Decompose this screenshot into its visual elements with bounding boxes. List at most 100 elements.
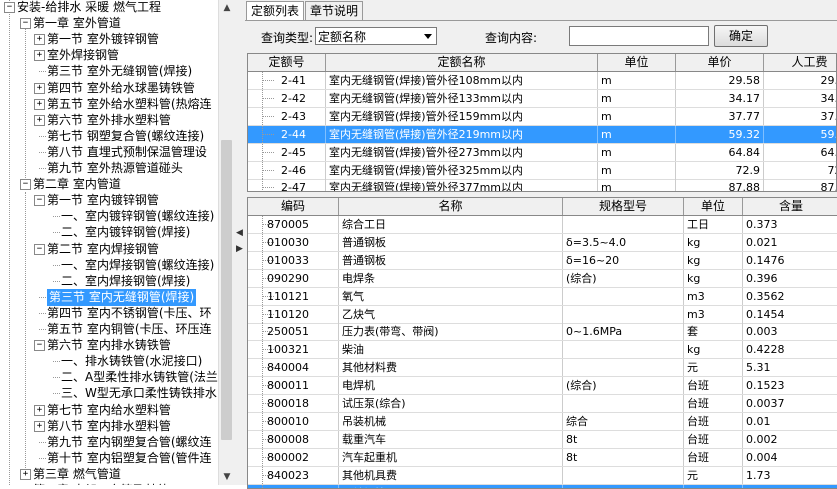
scroll-up-icon[interactable]: ▲ (219, 0, 235, 16)
tree-item[interactable]: 第九节 室内钢塑复合管(螺纹连 (47, 434, 212, 451)
table-row[interactable]: 2-47室内无缝钢管(焊接)管外径377mm以内m87.8887.88 (248, 179, 837, 192)
table-row[interactable]: 840004其他材料费元5.31 (248, 359, 837, 377)
quota-grid[interactable]: 定额号定额名称单位单价人工费2-41室内无缝钢管(焊接)管外径108mm以内m2… (247, 53, 837, 192)
tree-item[interactable]: 第二章 室内管道 (33, 176, 121, 193)
expand-icon[interactable]: + (34, 83, 45, 94)
panel-splitter[interactable]: ◀ ▶ (234, 0, 245, 485)
expand-icon[interactable]: + (34, 405, 45, 416)
table-cell: 0.0037 (743, 395, 837, 412)
table-row[interactable]: 870005综合工日工日0.373 (248, 216, 837, 234)
tree-item[interactable]: 第一节 室外镀锌钢管 (47, 31, 159, 48)
tree-item[interactable]: 安装-给排水 采暖 燃气工程 (17, 0, 161, 16)
table-row[interactable]: 2-44室内无缝钢管(焊接)管外径219mm以内m59.3259.32 (248, 126, 837, 144)
resource-grid[interactable]: 编码名称规格型号单位含量870005综合工日工日0.373010030普通钢板δ… (247, 197, 837, 489)
table-cell: 010030 (264, 234, 339, 251)
tree-item[interactable]: 室外焊接钢管 (47, 47, 119, 64)
table-row[interactable]: 800002汽车起重机8t台班0.004 (248, 449, 837, 467)
tab-quota-list[interactable]: 定额列表 (246, 1, 304, 21)
collapse-icon[interactable]: − (20, 18, 31, 29)
table-cell: 电焊条 (339, 270, 563, 287)
column-header[interactable]: 单位 (598, 54, 676, 71)
tree-item[interactable]: 一、室内镀锌钢管(螺纹连接) (61, 208, 214, 225)
column-header[interactable]: 含量 (743, 198, 837, 215)
column-header[interactable]: 规格型号 (563, 198, 684, 215)
tree-connector (39, 313, 46, 314)
tree-item[interactable]: 第八节 直埋式预制保温管理设 (47, 144, 207, 161)
column-header[interactable]: 单价 (676, 54, 764, 71)
expand-icon[interactable]: + (34, 421, 45, 432)
table-row[interactable]: 2-43室内无缝钢管(焊接)管外径159mm以内m37.7737.77 (248, 108, 837, 126)
tree-item[interactable]: 一、室内焊接钢管(螺纹连接) (61, 257, 214, 274)
tree-item[interactable]: 第七节 钢塑复合管(螺纹连接) (47, 128, 204, 145)
column-header[interactable]: 定额号 (248, 54, 326, 71)
tree-item[interactable]: 二、室内焊接钢管(焊接) (61, 273, 190, 290)
tree-item[interactable]: 三、W型无承口柔性铸铁排水 (61, 385, 217, 402)
table-row[interactable]: 110120乙炔气m30.1454 (248, 306, 837, 324)
table-row[interactable]: 2-46室内无缝钢管(焊接)管外径325mm以内m72.972.9 (248, 162, 837, 180)
table-row[interactable]: 2-41室内无缝钢管(焊接)管外径108mm以内m29.5829.58 (248, 72, 837, 90)
table-row[interactable]: 840023其他机具费元1.73 (248, 467, 837, 485)
tree-item[interactable]: 二、室内镀锌钢管(焊接) (61, 224, 190, 241)
tree-item[interactable]: 第六节 室外排水塑料管 (47, 112, 171, 129)
tree-item[interactable]: 第十节 室内铝塑复合管(管件连 (47, 450, 212, 467)
table-row[interactable]: 110121氧气m30.3562 (248, 288, 837, 306)
table-row[interactable]: 010030普通钢板δ=3.5~4.0kg0.021 (248, 234, 837, 252)
column-header[interactable]: 编码 (248, 198, 339, 215)
table-row[interactable]: 800018试压泵(综合)台班0.0037 (248, 395, 837, 413)
tree-item[interactable]: 二、A型柔性排水铸铁管(法兰 (61, 369, 218, 386)
query-content-input[interactable] (569, 26, 709, 46)
collapse-icon[interactable]: − (34, 195, 45, 206)
table-row[interactable]: 01-005无缝钢管m1.02 (248, 485, 837, 489)
query-type-select[interactable]: 定额名称 (315, 27, 437, 45)
expand-icon[interactable]: + (34, 34, 45, 45)
table-row[interactable]: 800011电焊机(综合)台班0.1523 (248, 377, 837, 395)
tree-item[interactable]: 第五节 室内铜管(卡压、环压连 (47, 321, 212, 338)
table-cell: 吊装机械 (339, 413, 563, 430)
table-cell: 2-44 (278, 126, 326, 143)
expand-icon[interactable]: + (20, 469, 31, 480)
column-header[interactable]: 名称 (339, 198, 563, 215)
collapse-icon[interactable]: − (34, 244, 45, 255)
expand-icon[interactable]: + (34, 115, 45, 126)
tree-item[interactable]: 第二节 室内焊接钢管 (47, 241, 159, 258)
collapse-icon[interactable]: − (4, 2, 15, 13)
column-header[interactable]: 单位 (684, 198, 743, 215)
table-row[interactable]: 2-42室内无缝钢管(焊接)管外径133mm以内m34.1734.17 (248, 90, 837, 108)
tree-scrollbar[interactable]: ▲ ▼ (218, 0, 235, 485)
tree-item[interactable]: 第三章 燃气管道 (33, 466, 121, 483)
chapter-tree[interactable]: −安装-给排水 采暖 燃气工程−第一章 室外管道+第一节 室外镀锌钢管+室外焊接… (0, 0, 218, 485)
table-row[interactable]: 010033普通钢板δ=16~20kg0.1476 (248, 252, 837, 270)
column-header[interactable]: 定额名称 (326, 54, 598, 71)
tree-item[interactable]: 第七节 室内给水塑料管 (47, 402, 171, 419)
confirm-button[interactable]: 确定 (714, 25, 768, 47)
tree-item[interactable]: 第六节 室内排水铸铁管 (47, 337, 171, 354)
column-header[interactable]: 人工费 (764, 54, 837, 71)
tree-item[interactable]: 第一章 室外管道 (33, 15, 121, 32)
tab-section-notes[interactable]: 章节说明 (305, 1, 363, 20)
table-row[interactable]: 2-45室内无缝钢管(焊接)管外径273mm以内m64.8464.84 (248, 144, 837, 162)
tree-item[interactable]: 第八节 室内排水塑料管 (47, 418, 171, 435)
collapse-left-icon[interactable]: ◀ (235, 228, 244, 238)
tree-item[interactable]: 第五节 室外给水塑料管(热熔连 (47, 96, 212, 113)
tree-item[interactable]: 第四节 室外给水球墨铸铁管 (47, 80, 195, 97)
scroll-down-icon[interactable]: ▼ (219, 469, 235, 485)
tree-item[interactable]: 第三节 室内无缝钢管(焊接) (47, 289, 196, 306)
tree-item[interactable]: 一、排水铸铁管(水泥接口) (61, 353, 202, 370)
collapse-icon[interactable]: − (20, 179, 31, 190)
tree-item[interactable]: 第一节 室内镀锌钢管 (47, 192, 159, 209)
table-cell: 64.84 (764, 144, 837, 161)
table-row[interactable]: 250051压力表(带弯、带阀)0~1.6MPa套0.003 (248, 323, 837, 341)
table-cell: 普通钢板 (339, 252, 563, 269)
tree-item[interactable]: 第四节 室内不锈钢管(卡压、环 (47, 305, 212, 322)
table-row[interactable]: 100321柴油kg0.4228 (248, 341, 837, 359)
tree-item[interactable]: 第九节 室外热源管道碰头 (47, 160, 183, 177)
table-row[interactable]: 090290电焊条(综合)kg0.396 (248, 270, 837, 288)
tree-item[interactable]: 第三节 室外无缝钢管(焊接) (47, 63, 192, 80)
table-row[interactable]: 800008载重汽车8t台班0.002 (248, 431, 837, 449)
expand-icon[interactable]: + (34, 50, 45, 61)
expand-right-icon[interactable]: ▶ (235, 244, 244, 254)
scroll-thumb[interactable] (221, 140, 232, 440)
collapse-icon[interactable]: − (34, 340, 45, 351)
expand-icon[interactable]: + (34, 99, 45, 110)
table-row[interactable]: 800010吊装机械综合台班0.01 (248, 413, 837, 431)
